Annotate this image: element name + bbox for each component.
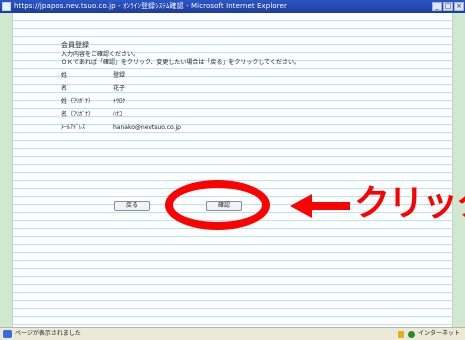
internet-zone-icon [408, 331, 415, 338]
status-bar: ページが表示されました インターネット [0, 327, 465, 340]
click-annotation-label: クリック [354, 183, 465, 224]
window-title: https://jpapos.nev.tsuo.co.jp - ｵﾝﾗｲﾝ登録ｼ… [14, 2, 287, 10]
field-label: 名（ﾌﾘｶﾞﾅ） [61, 111, 95, 118]
page-content: 会員登録 入力内容をご確認ください。 ＯＫであれば「確認」をクリック、変更したい… [12, 13, 453, 327]
title-bar: https://jpapos.nev.tsuo.co.jp - ｵﾝﾗｲﾝ登録ｼ… [0, 0, 465, 13]
instruction-line-1: 入力内容をご確認ください。 [61, 51, 140, 58]
field-value: 花子 [113, 85, 126, 92]
page-heading: 会員登録 [61, 41, 89, 49]
close-button[interactable]: × [454, 2, 464, 11]
zone-text: インターネット [418, 330, 461, 337]
lock-icon [398, 331, 404, 338]
field-label: 姓（ﾌﾘｶﾞﾅ） [61, 98, 95, 105]
field-label: 名 [61, 85, 68, 92]
field-value: 登録 [113, 72, 126, 79]
page-icon [3, 330, 12, 338]
ie-icon [2, 2, 11, 11]
field-value: ﾄｳﾛｸ [113, 98, 126, 105]
maximize-button[interactable]: □ [443, 2, 453, 11]
browser-window: https://jpapos.nev.tsuo.co.jp - ｵﾝﾗｲﾝ登録ｼ… [0, 0, 465, 340]
minimize-button[interactable]: _ [432, 2, 442, 11]
status-text: ページが表示されました [15, 330, 81, 337]
instruction-line-2: ＯＫであれば「確認」をクリック、変更したい場合は「戻る」をクリックしてください。 [61, 59, 301, 66]
field-value: ﾊﾅｺ [113, 111, 123, 118]
left-arrow-icon [290, 194, 350, 218]
field-value: hanako@nevtsuo.co.jp [113, 124, 181, 131]
back-button[interactable]: 戻る [114, 201, 150, 211]
field-label: ﾒｰﾙｱﾄﾞﾚｽ [61, 124, 86, 131]
field-label: 姓 [61, 72, 68, 79]
highlight-circle [165, 180, 270, 230]
